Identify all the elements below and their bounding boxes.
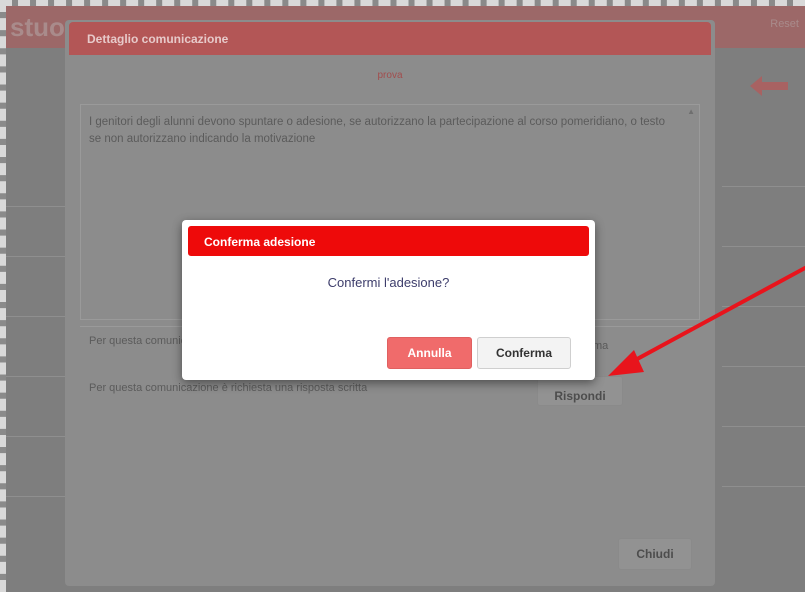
page-frame bbox=[0, 0, 805, 592]
